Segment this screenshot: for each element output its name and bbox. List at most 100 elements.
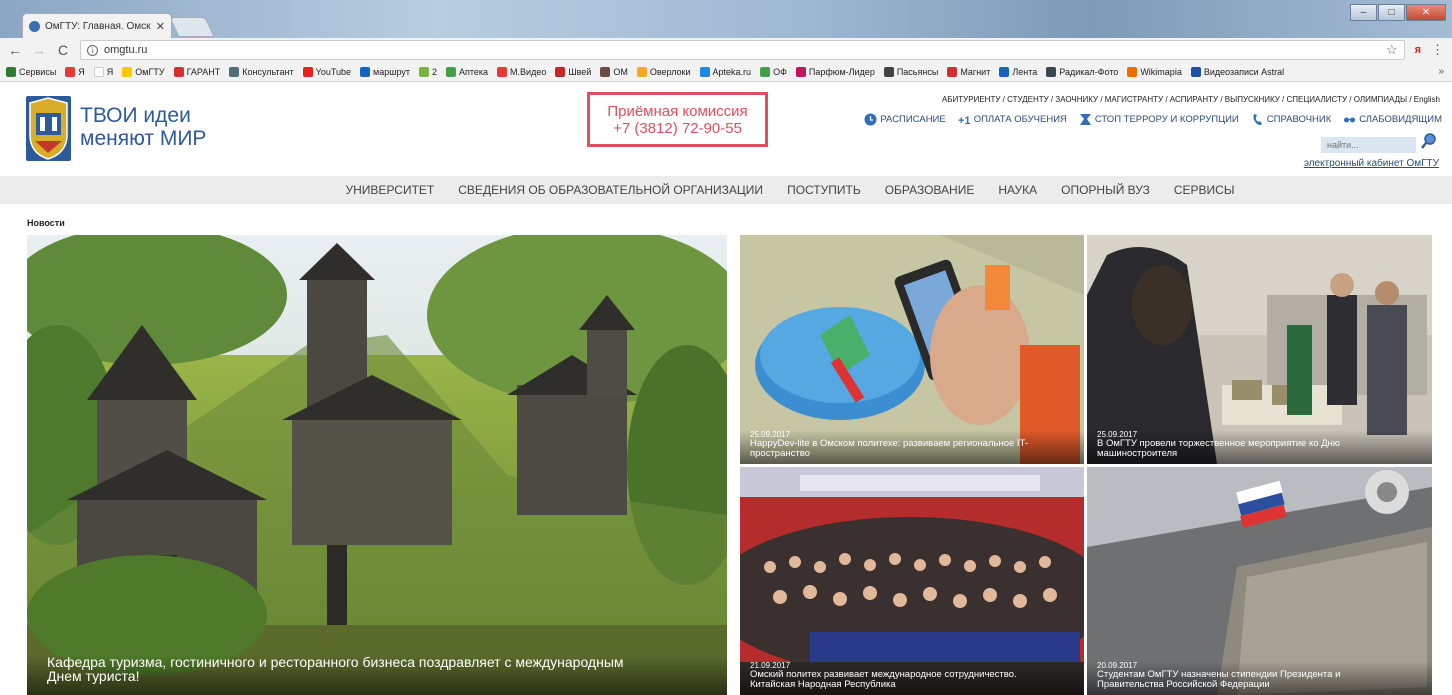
bookmark-favicon-icon: [555, 66, 566, 77]
menu-science[interactable]: НАУКА: [998, 183, 1037, 197]
bookmark-label: Видеозаписи Astral: [1203, 66, 1285, 77]
search-input[interactable]: [1321, 137, 1416, 153]
bookmark-label: Магнит: [960, 66, 991, 77]
anti-terror-link[interactable]: СТОП ТЕРРОРУ И КОРРУПЦИИ: [1079, 113, 1239, 126]
minimize-button[interactable]: –: [1350, 4, 1377, 21]
featured-news-tile[interactable]: Кафедра туризма, гостиничного и ресторан…: [27, 235, 727, 695]
bookmark-item[interactable]: Аптека: [446, 66, 488, 77]
back-icon[interactable]: ←: [8, 42, 22, 58]
bookmark-item[interactable]: Магнит: [947, 66, 991, 77]
bookmark-item[interactable]: YouTube: [302, 66, 351, 77]
news-tile[interactable]: 25.09.2017 HappyDev-lite в Омском полите…: [740, 235, 1084, 464]
site-slogan: ТВОИ идеи меняют МИР: [80, 104, 206, 150]
menu-org-info[interactable]: СВЕДЕНИЯ ОБ ОБРАЗОВАТЕЛЬНОЙ ОРГАНИЗАЦИИ: [458, 183, 763, 197]
news-caption: 25.09.2017 В ОмГТУ провели торжественное…: [1087, 430, 1432, 464]
bookmarks-overflow-button[interactable]: »: [1434, 66, 1444, 77]
bookmark-favicon-icon: [173, 66, 184, 77]
bookmark-label: ОФ: [773, 66, 787, 77]
bookmark-item[interactable]: Apteka.ru: [699, 66, 751, 77]
bookmark-label: Сервисы: [19, 66, 57, 77]
bookmark-item[interactable]: Я: [93, 66, 113, 77]
visually-impaired-label: СЛАБОВИДЯЩИМ: [1359, 114, 1442, 125]
tuition-label: ОПЛАТА ОБУЧЕНИЯ: [973, 114, 1067, 125]
news-title-line2[interactable]: машиностроителя: [1097, 448, 1422, 459]
admission-box[interactable]: Приёмная комиссия +7 (3812) 72-90-55: [587, 92, 768, 147]
bookmark-item[interactable]: ОМ: [600, 66, 628, 77]
news-caption: 21.09.2017 Омский политех развивает межд…: [740, 661, 1084, 695]
bookmark-item[interactable]: ОФ: [760, 66, 787, 77]
search-icon[interactable]: [1420, 132, 1438, 150]
close-window-button[interactable]: ✕: [1406, 4, 1446, 21]
featured-news-title-line2[interactable]: Днем туриста!: [47, 669, 707, 683]
news-tile[interactable]: 21.09.2017 Омский политех развивает межд…: [740, 467, 1084, 695]
info-icon[interactable]: i: [87, 44, 98, 56]
address-bar[interactable]: i omgtu.ru ☆: [80, 40, 1405, 60]
bookmark-item[interactable]: Я: [65, 66, 85, 77]
bookmark-item[interactable]: Пасьянсы: [883, 66, 939, 77]
featured-news-title-line1[interactable]: Кафедра туризма, гостиничного и ресторан…: [47, 655, 707, 669]
menu-admission[interactable]: ПОСТУПИТЬ: [787, 183, 861, 197]
bookmark-item[interactable]: Консультант: [229, 66, 294, 77]
forward-icon[interactable]: →: [32, 42, 46, 58]
tuition-link[interactable]: +1 ОПЛАТА ОБУЧЕНИЯ: [958, 113, 1067, 126]
bookmark-favicon-icon: [229, 66, 240, 77]
menu-flagship[interactable]: ОПОРНЫЙ ВУЗ: [1061, 183, 1150, 197]
bookmark-favicon-icon: [6, 66, 16, 77]
bookmark-label: Оверлоки: [649, 66, 691, 77]
omgtu-logo-icon[interactable]: [25, 95, 72, 162]
directory-label: СПРАВОЧНИК: [1266, 114, 1332, 125]
bookmark-item[interactable]: М.Видео: [497, 66, 546, 77]
e-cabinet-link[interactable]: электронный кабинет ОмГТУ: [1304, 158, 1439, 169]
browser-tab[interactable]: ОмГТУ: Главная. Омский ✕: [22, 13, 172, 38]
menu-education[interactable]: ОБРАЗОВАНИЕ: [885, 183, 975, 197]
news-tile[interactable]: 25.09.2017 В ОмГТУ провели торжественное…: [1087, 235, 1432, 464]
news-tile[interactable]: 20.09.2017 Студентам ОмГТУ назначены сти…: [1087, 467, 1432, 695]
bookmark-item[interactable]: Оверлоки: [636, 66, 691, 77]
maximize-button[interactable]: □: [1378, 4, 1405, 21]
bookmark-favicon-icon: [1190, 66, 1201, 77]
menu-services[interactable]: СЕРВИСЫ: [1174, 183, 1235, 197]
schedule-link[interactable]: РАСПИСАНИЕ: [864, 113, 946, 126]
bookmark-item[interactable]: Сервисы: [6, 66, 57, 77]
browser-titlebar: ОмГТУ: Главная. Омский ✕ – □ ✕: [0, 0, 1452, 38]
reload-icon[interactable]: C: [56, 42, 70, 58]
stop-sign-icon: [1079, 114, 1091, 125]
bookmark-favicon-icon: [1046, 66, 1057, 77]
bookmark-item[interactable]: Лента: [999, 66, 1037, 77]
menu-university[interactable]: УНИВЕРСИТЕТ: [218, 183, 435, 197]
bookmark-label: Парфюм-Лидер: [808, 66, 875, 77]
visually-impaired-link[interactable]: СЛАБОВИДЯЩИМ: [1343, 113, 1442, 126]
browser-menu-icon[interactable]: ⋮: [1431, 42, 1444, 58]
phone-icon: [1253, 114, 1262, 125]
bookmark-item[interactable]: ОмГТУ: [122, 66, 165, 77]
glasses-icon: [1344, 117, 1356, 123]
bookmark-label: Wikimapia: [1140, 66, 1182, 77]
tab-close-icon[interactable]: ✕: [156, 20, 165, 33]
bookmark-favicon-icon: [497, 66, 508, 77]
bookmark-item[interactable]: ГАРАНТ: [173, 66, 220, 77]
yandex-extension-icon[interactable]: я: [1415, 44, 1421, 56]
bookmark-item[interactable]: Швей: [555, 66, 591, 77]
bookmark-item[interactable]: Видеозаписи Astral: [1190, 66, 1285, 77]
news-title-line2[interactable]: Правительства Российской Федерации: [1097, 679, 1422, 690]
bookmark-label: ОМ: [613, 66, 628, 77]
bookmark-item[interactable]: Радикал-Фото: [1046, 66, 1118, 77]
bookmark-label: Пасьянсы: [896, 66, 939, 77]
news-title-line2[interactable]: Китайская Народная Республика: [750, 679, 1074, 690]
news-title-line2[interactable]: пространство: [750, 448, 1074, 459]
bookmark-star-icon[interactable]: ☆: [1386, 42, 1398, 58]
new-tab-button[interactable]: [169, 17, 215, 37]
bookmark-favicon-icon: [446, 66, 456, 77]
bookmark-item[interactable]: 2: [418, 66, 437, 77]
bookmark-label: 2: [431, 66, 437, 77]
admission-label: Приёмная комиссия: [607, 102, 748, 120]
news-heading: Новости: [27, 218, 65, 228]
admission-phone[interactable]: +7 (3812) 72-90-55: [613, 120, 742, 137]
bookmarks-bar: Сервисы Я Я ОмГТУ ГАРАНТ Консультант YouTube ма…: [0, 62, 1452, 82]
bookmark-item[interactable]: Парфюм-Лидер: [795, 66, 875, 77]
directory-link[interactable]: СПРАВОЧНИК: [1251, 113, 1331, 126]
audience-nav[interactable]: АБИТУРИЕНТУ / СТУДЕНТУ / ЗАОЧНИКУ / МАГИ…: [942, 95, 1440, 104]
bookmark-item[interactable]: Wikimapia: [1127, 66, 1182, 77]
bookmark-item[interactable]: маршрут: [360, 66, 410, 77]
url-text[interactable]: omgtu.ru: [104, 44, 1380, 56]
